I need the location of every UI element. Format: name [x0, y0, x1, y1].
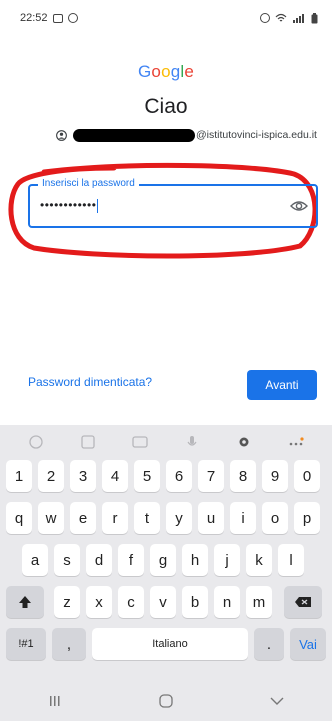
- battery-icon: [311, 12, 318, 23]
- password-masked-value: ••••••••••••: [40, 198, 97, 212]
- settings-gear-icon[interactable]: [236, 435, 252, 449]
- backspace-key[interactable]: [284, 586, 322, 618]
- show-password-eye-icon[interactable]: [290, 198, 308, 214]
- logo-letter: e: [184, 62, 195, 81]
- signal-icon: [293, 14, 304, 23]
- comma-key[interactable]: ,: [52, 628, 86, 660]
- status-right: [260, 12, 318, 24]
- go-key[interactable]: Vai: [290, 628, 326, 660]
- key-f[interactable]: f: [118, 544, 144, 576]
- key-1[interactable]: 1: [6, 460, 32, 492]
- keyboard-toolbar: [0, 425, 332, 459]
- key-c[interactable]: c: [118, 586, 144, 618]
- key-s[interactable]: s: [54, 544, 80, 576]
- sticker-icon[interactable]: [80, 435, 96, 449]
- alarm-icon: [260, 13, 270, 23]
- status-time: 22:52: [20, 12, 48, 24]
- key-0[interactable]: 0: [294, 460, 320, 492]
- key-v[interactable]: v: [150, 586, 176, 618]
- period-key[interactable]: .: [254, 628, 284, 660]
- keyboard-row-1: q w e r t y u i o p: [0, 502, 332, 536]
- logo-letter: o: [161, 62, 171, 81]
- password-input[interactable]: ••••••••••••: [40, 198, 99, 213]
- key-h[interactable]: h: [182, 544, 208, 576]
- symbols-key[interactable]: !#1: [6, 628, 46, 660]
- key-x[interactable]: x: [86, 586, 112, 618]
- keyboard-row-numbers: 1 2 3 4 5 6 7 8 9 0: [0, 460, 332, 494]
- key-y[interactable]: y: [166, 502, 192, 534]
- key-7[interactable]: 7: [198, 460, 224, 492]
- password-field-label: Inserisci la password: [38, 178, 139, 189]
- key-3[interactable]: 3: [70, 460, 96, 492]
- status-left: 22:52: [20, 12, 78, 24]
- key-z[interactable]: z: [54, 586, 80, 618]
- space-key[interactable]: Italiano: [92, 628, 248, 660]
- key-2[interactable]: 2: [38, 460, 64, 492]
- onscreen-keyboard: 1 2 3 4 5 6 7 8 9 0 q w e r t y u i o p …: [0, 425, 332, 680]
- keyboard-row-2: a s d f g h j k l: [0, 544, 332, 578]
- key-a[interactable]: a: [22, 544, 48, 576]
- key-j[interactable]: j: [214, 544, 240, 576]
- key-o[interactable]: o: [262, 502, 288, 534]
- greeting-title: Ciao: [144, 95, 188, 118]
- text-caret: [97, 198, 99, 213]
- key-e[interactable]: e: [70, 502, 96, 534]
- key-9[interactable]: 9: [262, 460, 288, 492]
- wifi-icon: [275, 13, 287, 22]
- whatsapp-notification-icon: [67, 13, 78, 23]
- system-nav-bar: [0, 680, 332, 721]
- logo-letter: o: [151, 62, 162, 81]
- key-n[interactable]: n: [214, 586, 240, 618]
- key-b[interactable]: b: [182, 586, 208, 618]
- status-bar: 22:52: [0, 0, 332, 36]
- key-w[interactable]: w: [38, 502, 64, 534]
- key-u[interactable]: u: [198, 502, 224, 534]
- backspace-icon: [295, 597, 311, 607]
- key-i[interactable]: i: [230, 502, 256, 534]
- gallery-notification-icon: [52, 13, 63, 23]
- shift-key[interactable]: [6, 586, 44, 618]
- key-k[interactable]: k: [246, 544, 272, 576]
- account-avatar-icon: [56, 129, 67, 141]
- key-p[interactable]: p: [294, 502, 320, 534]
- key-m[interactable]: m: [246, 586, 272, 618]
- google-logo: Google: [0, 62, 332, 82]
- logo-letter: G: [137, 62, 152, 81]
- logo-letter: g: [170, 62, 181, 81]
- key-6[interactable]: 6: [166, 460, 192, 492]
- key-5[interactable]: 5: [134, 460, 160, 492]
- hide-keyboard-chevron-icon[interactable]: [262, 691, 292, 711]
- key-4[interactable]: 4: [102, 460, 128, 492]
- gif-icon[interactable]: [132, 435, 148, 449]
- key-t[interactable]: t: [134, 502, 160, 534]
- key-d[interactable]: d: [86, 544, 112, 576]
- recent-apps-icon[interactable]: [40, 691, 70, 711]
- account-email-domain: @istitutovinci-ispica.edu.it: [196, 129, 317, 141]
- home-icon[interactable]: [151, 691, 181, 711]
- key-g[interactable]: g: [150, 544, 176, 576]
- key-8[interactable]: 8: [230, 460, 256, 492]
- keyboard-row-bottom: !#1 , Italiano . Vai: [0, 628, 332, 662]
- microphone-icon[interactable]: [184, 435, 200, 449]
- password-field[interactable]: Inserisci la password ••••••••••••: [28, 178, 318, 228]
- key-r[interactable]: r: [102, 502, 128, 534]
- forgot-password-link[interactable]: Password dimenticata?: [28, 375, 152, 389]
- account-chip[interactable]: @istitutovinci-ispica.edu.it: [56, 125, 317, 145]
- redacted-username: [73, 128, 195, 142]
- key-q[interactable]: q: [6, 502, 32, 534]
- shift-arrow-icon: [19, 596, 31, 608]
- emoji-icon[interactable]: [28, 435, 44, 449]
- more-options-icon[interactable]: [288, 435, 304, 449]
- keyboard-row-3: z x c v b n m: [0, 586, 332, 620]
- key-l[interactable]: l: [278, 544, 304, 576]
- next-button[interactable]: Avanti: [247, 370, 317, 400]
